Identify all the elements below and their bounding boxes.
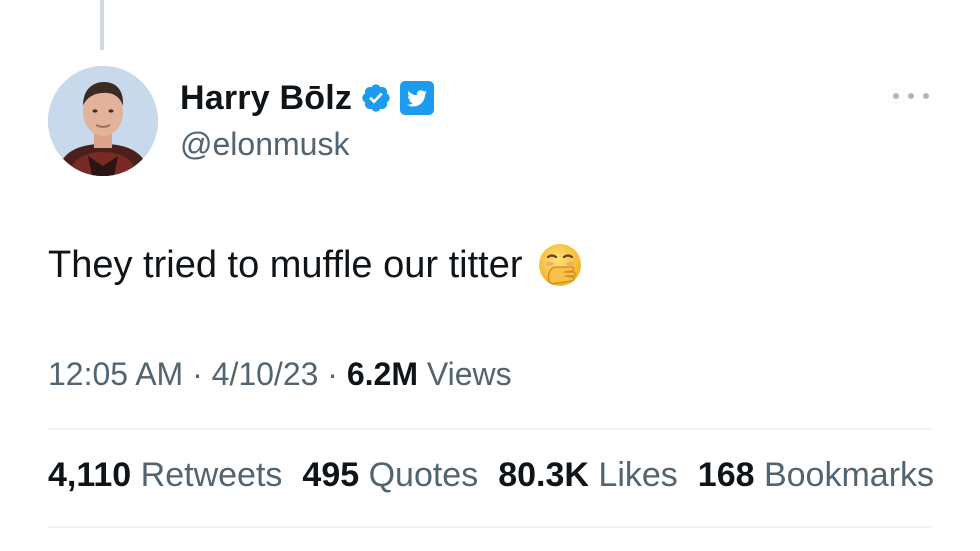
- tweet-date[interactable]: 4/10/23: [212, 356, 319, 392]
- stat-label: Likes: [598, 456, 678, 494]
- views-label: Views: [426, 356, 512, 392]
- meta-separator: ·: [192, 356, 203, 392]
- twitter-bird-icon: [400, 81, 435, 115]
- stat-count: 4,110: [48, 456, 132, 494]
- thread-connector-line: [100, 0, 104, 50]
- stat-quotes[interactable]: 495 Quotes: [302, 456, 478, 495]
- stat-count: 168: [697, 456, 755, 494]
- tweet-time[interactable]: 12:05 AM: [48, 356, 183, 392]
- stat-count: 80.3K: [498, 456, 589, 494]
- stat-retweets[interactable]: 4,110 Retweets: [48, 456, 282, 495]
- divider: [48, 526, 932, 528]
- face-with-hand-over-mouth-emoji: [538, 244, 581, 286]
- author-display-name[interactable]: Harry Bōlz: [180, 79, 352, 118]
- tweet-text: They tried to muffle our titter: [48, 243, 523, 286]
- stat-label: Quotes: [368, 456, 479, 494]
- views-count: 6.2M: [346, 356, 418, 392]
- meta-separator: ·: [327, 356, 338, 392]
- more-dot: [908, 93, 914, 99]
- divider: [48, 428, 932, 430]
- verified-badge-icon[interactable]: [360, 82, 392, 114]
- more-dot: [893, 93, 899, 99]
- stat-likes[interactable]: 80.3K Likes: [498, 456, 678, 495]
- stat-label: Bookmarks: [763, 456, 935, 494]
- tweet-meta: 12:05 AM · 4/10/23 · 6.2M Views: [48, 356, 512, 393]
- author-name-row: Harry Bōlz: [180, 78, 435, 118]
- tweet-detail-view: Harry Bōlz @elonmusk They tried to muffl…: [0, 0, 980, 551]
- avatar-image: [48, 66, 158, 176]
- stat-label: Retweets: [140, 456, 283, 494]
- stat-count: 495: [302, 456, 360, 494]
- more-options-icon[interactable]: [893, 86, 929, 106]
- author-handle[interactable]: @elonmusk: [180, 126, 349, 163]
- stat-bookmarks[interactable]: 168 Bookmarks: [698, 456, 934, 495]
- more-dot: [923, 93, 929, 99]
- tweet-stats: 4,110 Retweets 495 Quotes 80.3K Likes 16…: [48, 456, 980, 495]
- avatar[interactable]: [48, 66, 158, 176]
- tweet-body: They tried to muffle our titter: [48, 242, 583, 288]
